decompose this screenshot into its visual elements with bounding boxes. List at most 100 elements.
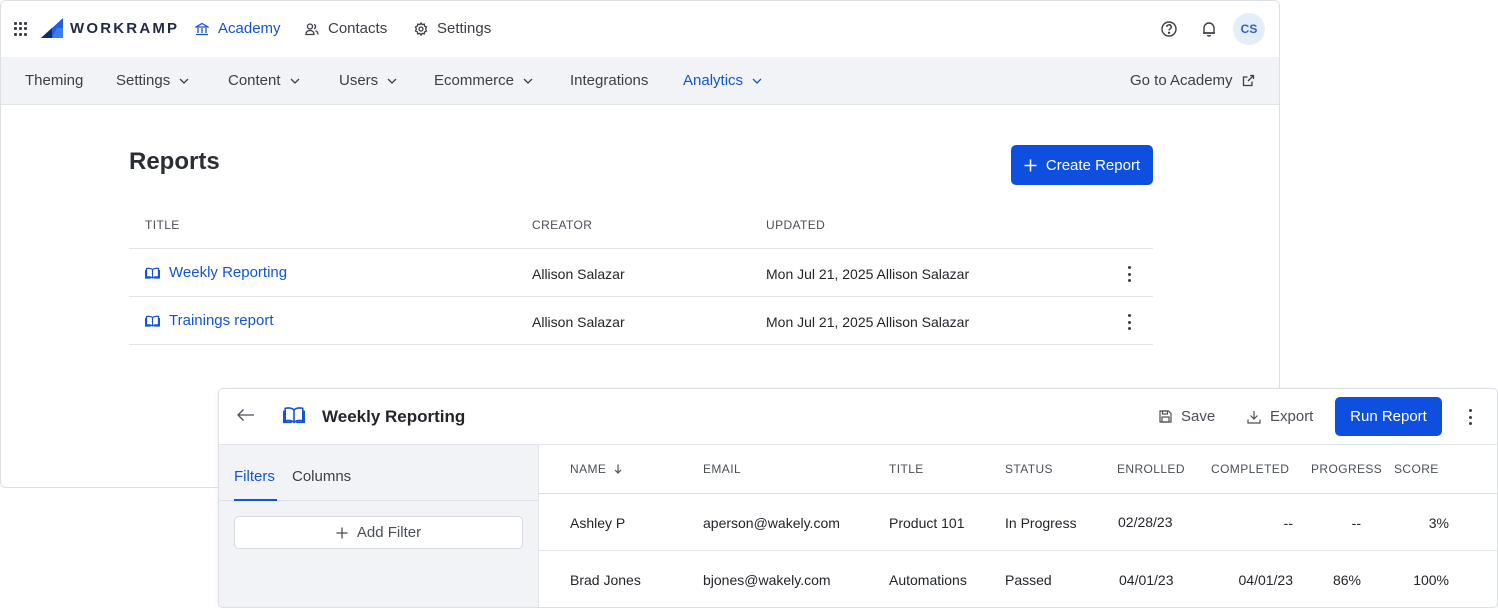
column-header-status[interactable]: STATUS bbox=[1005, 462, 1053, 476]
column-header-enrolled[interactable]: ENROLLED bbox=[1117, 462, 1185, 476]
report-title-link[interactable]: Trainings report bbox=[145, 312, 274, 329]
add-filter-label: Add Filter bbox=[356, 524, 422, 541]
cell-email: bjones@wakely.com bbox=[703, 572, 831, 588]
cell-enrolled: 02/28/23 bbox=[1118, 514, 1173, 530]
cell-email: aperson@wakely.com bbox=[703, 515, 840, 531]
subnav-theming[interactable]: Theming bbox=[25, 72, 83, 89]
cell-title: Product 101 bbox=[889, 515, 965, 531]
nav-settings-label: Settings bbox=[437, 20, 492, 37]
tab-columns[interactable]: Columns bbox=[292, 468, 351, 485]
column-header-updated: UPDATED bbox=[766, 218, 826, 232]
arrow-down-icon bbox=[614, 464, 622, 474]
table-row: Trainings report Allison Salazar Mon Jul… bbox=[129, 297, 1153, 345]
table-header: NAME EMAIL TITLE STATUS ENROLLED COMPLET… bbox=[539, 445, 1497, 494]
brand-name: WORKRAMP bbox=[70, 19, 180, 37]
chevron-down-icon bbox=[523, 78, 533, 84]
tab-filters[interactable]: Filters bbox=[234, 468, 275, 485]
save-label: Save bbox=[1181, 408, 1216, 425]
subnav-settings-label: Settings bbox=[116, 72, 171, 89]
column-header-title[interactable]: TITLE bbox=[889, 462, 924, 476]
column-header-title: TITLE bbox=[145, 218, 180, 232]
report-creator: Allison Salazar bbox=[532, 266, 625, 282]
book-icon bbox=[145, 267, 160, 279]
row-menu-icon[interactable] bbox=[1126, 314, 1132, 330]
run-report-button[interactable]: Run Report bbox=[1335, 397, 1442, 436]
nav-academy[interactable]: Academy bbox=[195, 20, 281, 37]
nav-contacts[interactable]: Contacts bbox=[305, 20, 387, 37]
report-creator: Allison Salazar bbox=[532, 314, 625, 330]
reports-table: TITLE CREATOR UPDATED Weekly Reporting A… bbox=[129, 201, 1153, 345]
save-icon bbox=[1159, 410, 1172, 423]
cell-title: Automations bbox=[889, 572, 967, 588]
column-header-name-label: NAME bbox=[570, 462, 607, 476]
download-icon bbox=[1247, 410, 1261, 424]
chevron-down-icon bbox=[179, 78, 189, 84]
create-report-button[interactable]: Create Report bbox=[1011, 145, 1153, 185]
top-bar: WORKRAMP Academy Contacts Settings CS bbox=[1, 1, 1279, 57]
filters-pane: Filters Columns Add Filter bbox=[219, 445, 539, 607]
building-icon bbox=[195, 22, 209, 35]
chevron-down-icon bbox=[387, 78, 397, 84]
nav-settings[interactable]: Settings bbox=[414, 20, 491, 37]
chevron-down-icon bbox=[752, 78, 762, 84]
table-row: Ashley P aperson@wakely.com Product 101 … bbox=[539, 494, 1497, 551]
export-button[interactable]: Export bbox=[1247, 408, 1313, 425]
subnav-users-label: Users bbox=[339, 72, 379, 89]
more-options-icon[interactable] bbox=[1467, 409, 1473, 425]
cell-score: 100% bbox=[1413, 572, 1449, 588]
cell-score: 3% bbox=[1428, 515, 1449, 531]
page-title: Reports bbox=[129, 148, 220, 175]
subnav-analytics[interactable]: Analytics bbox=[683, 72, 762, 89]
active-tab-indicator bbox=[234, 499, 277, 501]
save-button[interactable]: Save bbox=[1159, 408, 1215, 425]
column-header-email[interactable]: EMAIL bbox=[703, 462, 741, 476]
contacts-icon bbox=[305, 22, 319, 35]
chevron-down-icon bbox=[290, 78, 300, 84]
table-row: Brad Jones bjones@wakely.com Automations… bbox=[539, 551, 1497, 607]
column-header-name[interactable]: NAME bbox=[570, 462, 622, 476]
go-to-academy-link[interactable]: Go to Academy bbox=[1130, 72, 1255, 89]
row-menu-icon[interactable] bbox=[1126, 266, 1132, 282]
user-avatar[interactable]: CS bbox=[1233, 13, 1265, 45]
table-row: Weekly Reporting Allison Salazar Mon Jul… bbox=[129, 249, 1153, 297]
subnav-analytics-label: Analytics bbox=[683, 72, 744, 89]
help-icon[interactable] bbox=[1160, 20, 1178, 38]
external-link-icon bbox=[1242, 74, 1254, 87]
report-header: Weekly Reporting Save Export Run Report bbox=[219, 389, 1497, 445]
report-updated: Mon Jul 21, 2025 Allison Salazar bbox=[766, 314, 970, 330]
cell-status: In Progress bbox=[1005, 515, 1077, 531]
subnav-settings[interactable]: Settings bbox=[116, 72, 189, 89]
column-header-creator: CREATOR bbox=[532, 218, 593, 232]
subnav-users[interactable]: Users bbox=[339, 72, 397, 89]
gear-icon bbox=[414, 21, 428, 36]
report-results-table: NAME EMAIL TITLE STATUS ENROLLED COMPLET… bbox=[539, 445, 1497, 607]
app-grid-icon[interactable] bbox=[14, 22, 28, 36]
subnav-ecommerce[interactable]: Ecommerce bbox=[434, 72, 533, 89]
export-label: Export bbox=[1270, 408, 1314, 425]
subnav-integrations-label: Integrations bbox=[570, 72, 649, 89]
sub-navigation: Theming Settings Content Users Ecommerce… bbox=[1, 57, 1279, 105]
cell-name: Ashley P bbox=[570, 515, 626, 531]
subnav-ecommerce-label: Ecommerce bbox=[434, 72, 515, 89]
subnav-content[interactable]: Content bbox=[228, 72, 300, 89]
create-report-label: Create Report bbox=[1045, 156, 1141, 174]
report-title: Trainings report bbox=[169, 312, 274, 329]
report-title: Weekly Reporting bbox=[322, 407, 466, 426]
report-title: Weekly Reporting bbox=[169, 264, 288, 281]
table-header: TITLE CREATOR UPDATED bbox=[129, 201, 1153, 249]
add-filter-button[interactable]: Add Filter bbox=[234, 516, 523, 549]
filter-tabs: Filters Columns bbox=[219, 445, 538, 501]
bell-icon[interactable] bbox=[1200, 20, 1218, 38]
workramp-logo[interactable]: WORKRAMP bbox=[41, 18, 179, 38]
book-icon bbox=[283, 407, 305, 424]
cell-status: Passed bbox=[1005, 572, 1052, 588]
column-header-score[interactable]: SCORE bbox=[1394, 462, 1439, 476]
cell-completed: -- bbox=[1283, 515, 1293, 531]
column-header-progress[interactable]: PROGRESS bbox=[1311, 462, 1382, 476]
arrow-left-icon[interactable] bbox=[237, 408, 255, 422]
subnav-content-label: Content bbox=[228, 72, 281, 89]
report-title-link[interactable]: Weekly Reporting bbox=[145, 264, 287, 281]
subnav-integrations[interactable]: Integrations bbox=[570, 72, 648, 89]
column-header-completed[interactable]: COMPLETED bbox=[1211, 462, 1289, 476]
nav-academy-label: Academy bbox=[218, 20, 281, 37]
